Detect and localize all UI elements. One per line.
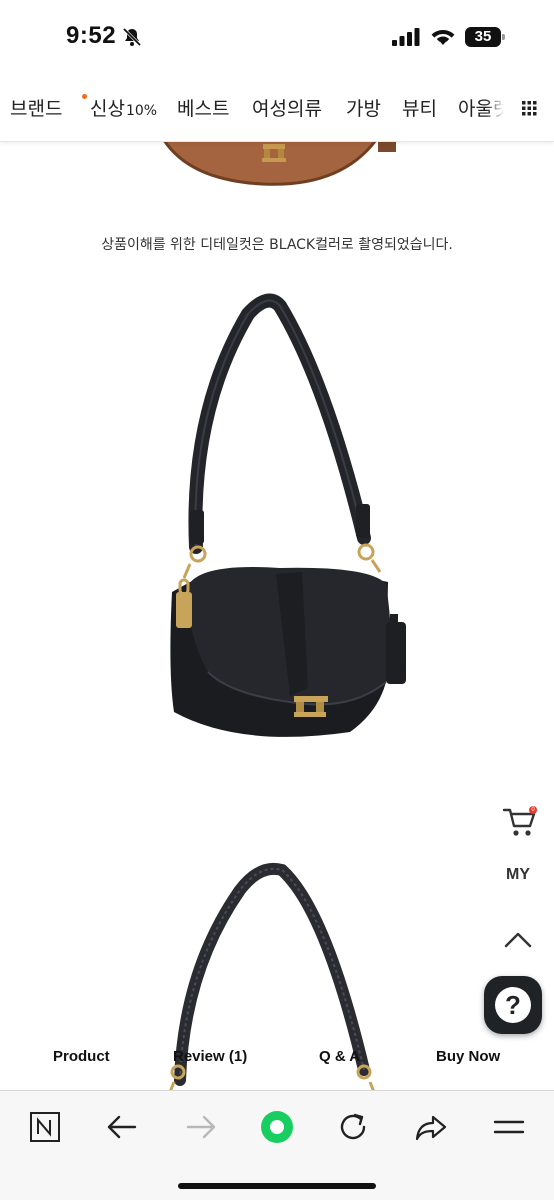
category-item-label: 신상: [90, 98, 125, 120]
tab-review[interactable]: Review (1): [173, 1048, 247, 1065]
hamburger-menu-icon[interactable]: [487, 1109, 531, 1145]
category-item-womens-clothing[interactable]: 여성의류: [252, 94, 322, 121]
chevron-up-icon[interactable]: [502, 928, 534, 952]
cellular-signal-icon: [392, 28, 420, 46]
tab-buy-now[interactable]: Buy Now: [436, 1048, 500, 1065]
category-item-brand[interactable]: 브랜드: [10, 94, 62, 121]
forward-arrow-icon[interactable]: [178, 1109, 222, 1145]
status-bar: 9:52 35: [0, 0, 554, 76]
brown-bag-image: [162, 140, 396, 186]
battery-level: 35: [474, 28, 492, 45]
category-item-best[interactable]: 베스트: [177, 94, 229, 121]
battery-icon: 35: [465, 27, 505, 47]
discount-badge: 10%: [125, 103, 158, 119]
wifi-icon: [431, 30, 455, 45]
category-item-bags[interactable]: 가방: [346, 94, 381, 121]
black-shoulder-bag-image: [170, 293, 406, 737]
back-arrow-icon[interactable]: [101, 1109, 145, 1145]
new-indicator-dot: [82, 94, 87, 99]
nav-fade: [486, 76, 504, 140]
bell-slash-icon: [122, 27, 142, 47]
status-time: 9:52: [66, 22, 117, 49]
home-indicator: [178, 1183, 376, 1189]
help-button[interactable]: ?: [484, 976, 542, 1034]
question-mark-icon: ?: [495, 987, 531, 1023]
category-item-beauty[interactable]: 뷰티: [402, 94, 437, 121]
tab-product[interactable]: Product: [53, 1048, 110, 1065]
my-page-button[interactable]: MY: [500, 866, 536, 888]
green-action-icon[interactable]: [255, 1109, 299, 1145]
grid-menu-icon[interactable]: [504, 76, 554, 140]
category-item-new[interactable]: 신상10%: [90, 94, 157, 121]
cart-count-badge: 0: [529, 806, 537, 814]
category-nav: 브랜드 신상10% 베스트 여성의류 가방 뷰티 아울렛: [0, 76, 554, 142]
share-icon[interactable]: [409, 1109, 453, 1145]
detail-note-text: 상품이해를 위한 디테일컷은 BLACK컬러로 촬영되었습니다.: [101, 237, 453, 253]
naver-home-icon[interactable]: [22, 1109, 66, 1145]
tab-qa[interactable]: Q & A: [319, 1048, 360, 1065]
product-tabs: Product Review (1) Q & A Buy Now: [0, 1042, 554, 1088]
reload-icon[interactable]: [331, 1109, 375, 1145]
